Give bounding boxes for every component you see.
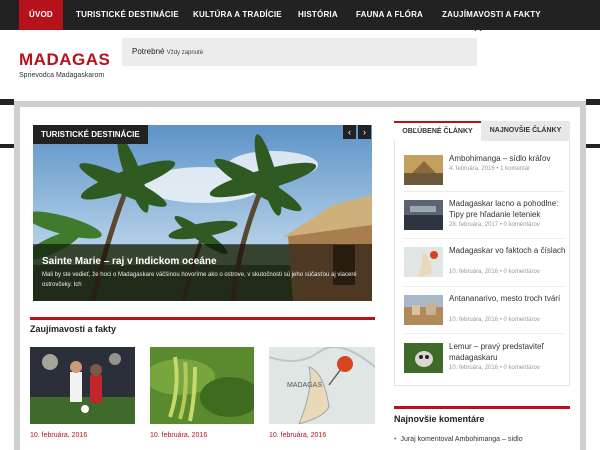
divider	[404, 191, 564, 192]
dark-band-left	[0, 99, 14, 105]
popular-meta: 10. februára, 2016 • 0 komentárov	[449, 269, 540, 275]
nav-item-zaujimavosti-a-fakty[interactable]: Zaujímavosti a fakty	[442, 0, 541, 30]
nav-item-uvod[interactable]: Úvod	[19, 0, 63, 30]
comment-item[interactable]: • Juraj komentoval Ambohimanga – sídlo	[394, 436, 523, 443]
top-navigation: Úvod Turistické destinácie Kultúra a tra…	[0, 0, 600, 30]
slider-excerpt: Mali by ste vedieť, že hoci o Madagaskar…	[42, 272, 357, 288]
chevron-right-icon[interactable]: ›	[358, 125, 371, 139]
chevron-left-icon[interactable]: ‹	[343, 125, 356, 139]
dark-band-right	[586, 99, 600, 105]
cookie-category-label: Potrebné	[132, 47, 165, 56]
popular-title[interactable]: Lemur – pravý predstaviteľ madagaskaru	[449, 341, 567, 363]
popular-meta: 28. februára, 2017 • 0 komentárov	[449, 222, 540, 228]
cookie-category-bar[interactable]: Potrebné Vždy zapnuté	[122, 38, 477, 66]
popular-title[interactable]: Madagaskar vo faktoch a číslach	[449, 245, 567, 256]
divider	[404, 238, 564, 239]
popular-meta: 4. februára, 2016 • 1 komentár	[449, 166, 531, 172]
tab-popular[interactable]: Obľúbené články	[394, 121, 481, 141]
svg-text:MADAGAS: MADAGAS	[287, 382, 322, 389]
popular-meta: 10. februára, 2016 • 0 komentárov	[449, 365, 540, 371]
facts-thumb-football[interactable]	[30, 347, 135, 424]
popular-thumb-airport[interactable]	[404, 200, 443, 230]
nav-item-historia[interactable]: História	[298, 0, 338, 30]
section-divider	[30, 317, 375, 320]
popular-meta: 10. februára, 2016 • 0 komentárov	[449, 317, 540, 323]
popular-thumb-lemur[interactable]	[404, 343, 443, 373]
facts-date: 10. februára, 2016	[269, 432, 327, 439]
cookie-always-on-label: Vždy zapnuté	[166, 50, 204, 56]
popular-title[interactable]: Ambohimanga – sídlo kráľov	[449, 153, 567, 164]
popular-thumb-map[interactable]	[404, 247, 443, 277]
slider-title[interactable]: Sainte Marie – raj v Indickom oceáne	[42, 256, 217, 267]
tab-latest[interactable]: Najnovšie články	[481, 121, 570, 141]
close-icon[interactable]: ✕	[472, 22, 484, 34]
comment-text[interactable]: Juraj komentoval Ambohimanga – sídlo	[400, 436, 522, 443]
site-logo[interactable]: MADAGAS	[19, 50, 110, 70]
divider	[404, 333, 564, 334]
popular-thumb-ambohimanga[interactable]	[404, 155, 443, 185]
comments-title: Najnovšie komentáre	[394, 414, 485, 424]
site-tagline: Sprievodca Madagaskarom	[19, 72, 105, 79]
facts-thumb-map[interactable]: MADAGAS	[269, 347, 375, 424]
popular-title[interactable]: Madagaskar lacno a pohodlne: Tipy pre hľ…	[449, 198, 567, 220]
facts-date: 10. februára, 2016	[30, 432, 88, 439]
slider-category-badge[interactable]: Turistické destinácie	[33, 125, 148, 144]
divider	[404, 286, 564, 287]
bullet-icon: •	[394, 436, 397, 443]
comments-divider	[394, 406, 570, 409]
nav-item-kultura-a-tradicie[interactable]: Kultúra a tradície	[193, 0, 282, 30]
nav-item-turisticke-destinacie[interactable]: Turistické destinácie	[76, 0, 179, 30]
popular-title[interactable]: Antananarivo, mesto troch tvárí	[449, 293, 567, 304]
popular-thumb-antananarivo[interactable]	[404, 295, 443, 325]
facts-date: 10. februára, 2016	[150, 432, 208, 439]
nav-item-fauna-a-flora[interactable]: Fauna a flóra	[356, 0, 423, 30]
section-title-facts[interactable]: Zaujímavosti a fakty	[30, 324, 116, 334]
facts-thumb-vanilla[interactable]	[150, 347, 254, 424]
